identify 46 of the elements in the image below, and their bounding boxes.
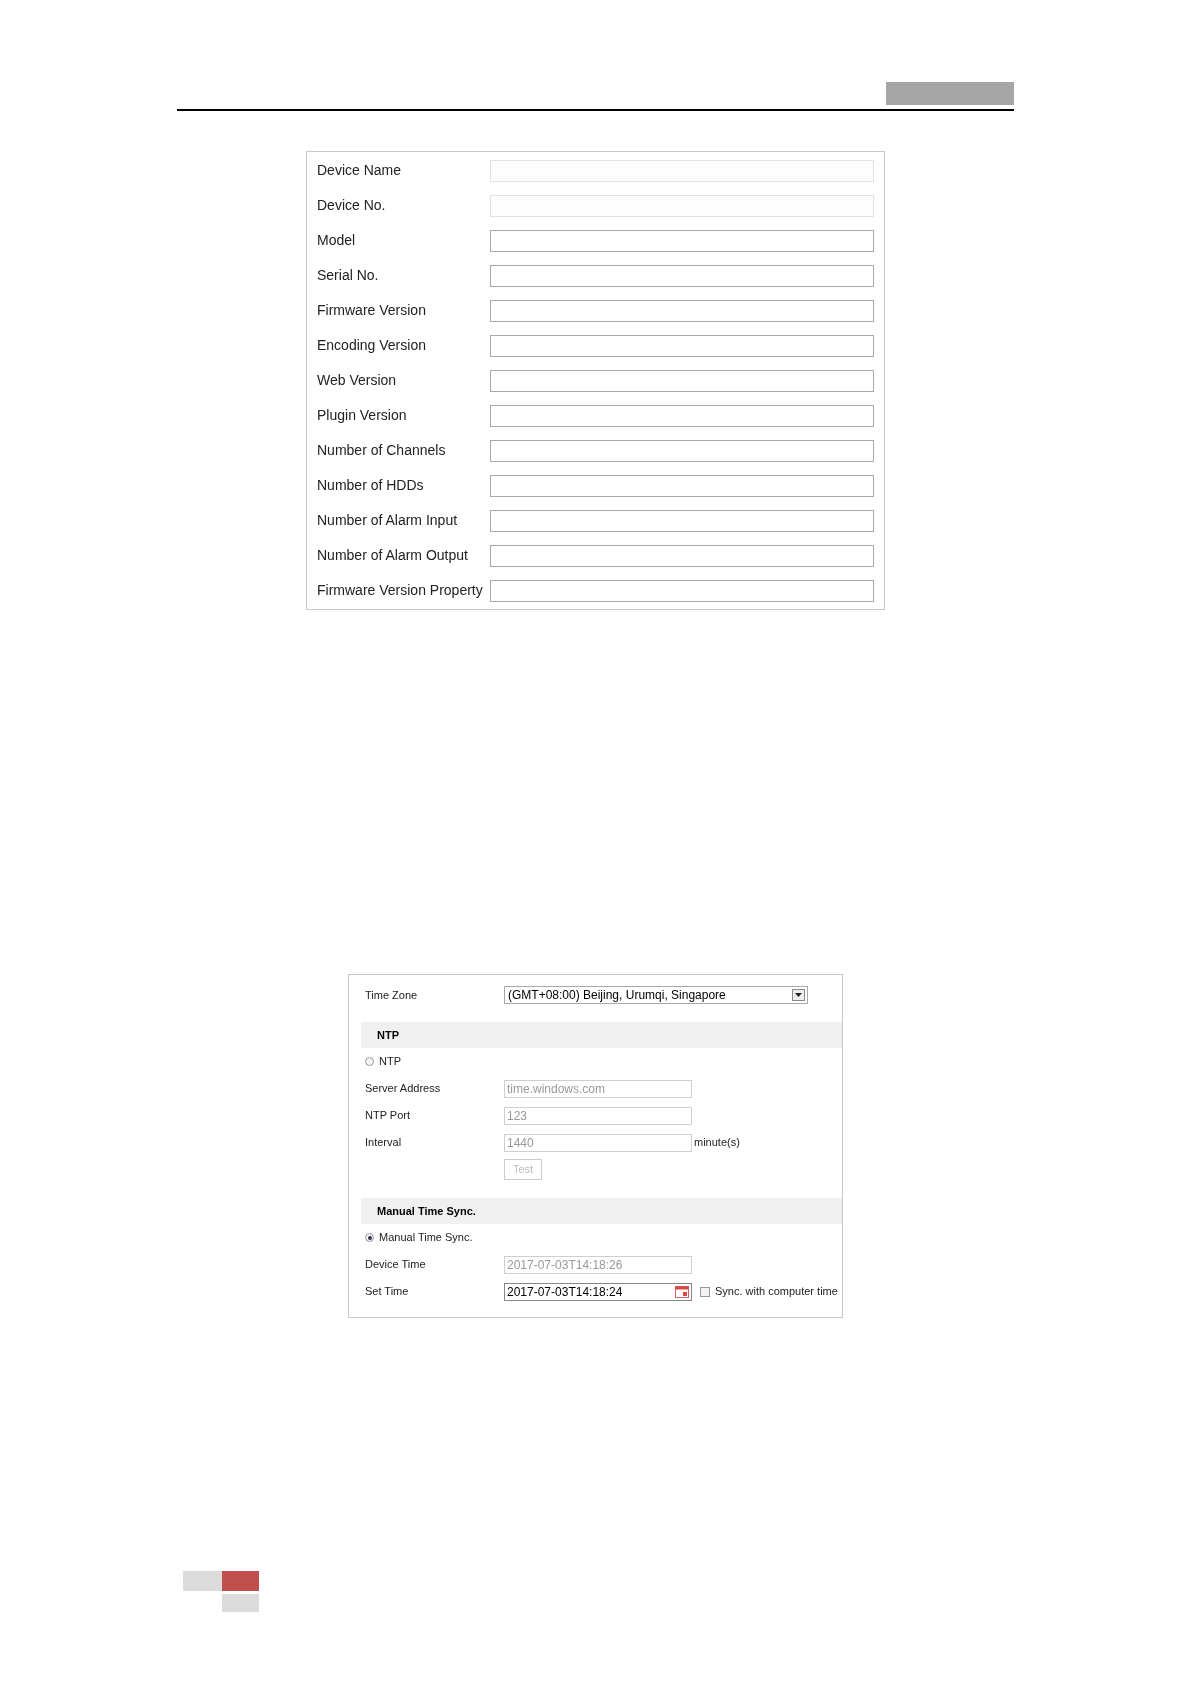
text-field[interactable] <box>490 509 874 532</box>
text-field[interactable] <box>490 404 874 427</box>
field-label: Plugin Version <box>317 406 408 425</box>
field-label: NTP Port <box>365 1108 412 1124</box>
calendar-icon <box>675 1285 689 1298</box>
footer-block <box>222 1571 259 1591</box>
text-field[interactable] <box>490 579 874 602</box>
field-label: Device No. <box>317 196 387 215</box>
footer-block <box>222 1594 259 1612</box>
radio-button[interactable] <box>365 1233 374 1242</box>
field-label: Number of Alarm Output <box>317 546 469 565</box>
radio-label: Manual Time Sync. <box>379 1230 473 1246</box>
field-label: Set Time <box>365 1284 410 1300</box>
field-label: Interval <box>365 1135 403 1151</box>
caret-icon <box>792 989 805 1001</box>
text-field[interactable] <box>490 474 874 497</box>
text-field[interactable] <box>490 439 874 462</box>
footer-block <box>183 1571 222 1591</box>
text-field[interactable] <box>490 299 874 322</box>
field-label: Model <box>317 231 357 250</box>
text-field[interactable] <box>490 369 874 392</box>
field-label: Number of HDDs <box>317 476 425 495</box>
section-title: Manual Time Sync. <box>377 1203 476 1219</box>
field-label: Number of Alarm Input <box>317 511 459 530</box>
field-label: Number of Channels <box>317 441 447 460</box>
field-label: Time Zone <box>365 987 419 1003</box>
radio-label: NTP <box>379 1054 401 1070</box>
date-time-field[interactable]: 2017-07-03T14:18:24 <box>504 1282 692 1301</box>
field-label: Firmware Version <box>317 301 427 320</box>
field-label: Firmware Version Property <box>317 581 484 600</box>
text-field[interactable] <box>490 264 874 287</box>
unit-label: minute(s) <box>694 1135 740 1151</box>
field-label: Device Time <box>365 1257 427 1273</box>
field-label: Server Address <box>365 1081 442 1097</box>
text-field[interactable] <box>490 229 874 252</box>
field-label: Serial No. <box>317 266 380 285</box>
section-title: NTP <box>377 1027 399 1043</box>
time-zone-dropdown[interactable]: (GMT+08:00) Beijing, Urumqi, Singapore <box>504 986 808 1004</box>
text-field[interactable] <box>490 544 874 567</box>
text-field[interactable] <box>490 334 874 357</box>
field-label: Device Name <box>317 161 403 180</box>
checkbox-label: Sync. with computer time <box>715 1284 838 1300</box>
field-label: Web Version <box>317 371 398 390</box>
field-label: Encoding Version <box>317 336 427 355</box>
checkbox[interactable] <box>700 1286 710 1297</box>
radio-button[interactable] <box>365 1057 374 1066</box>
